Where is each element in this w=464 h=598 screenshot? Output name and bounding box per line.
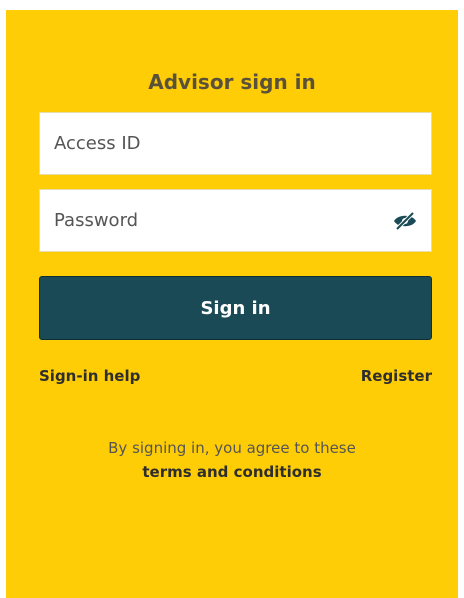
password-input[interactable]	[40, 190, 431, 251]
terms-agreement: By signing in, you agree to these terms …	[6, 436, 458, 484]
terms-link[interactable]: terms and conditions	[6, 460, 458, 484]
sign-in-button[interactable]: Sign in	[39, 276, 432, 340]
sign-in-panel: Advisor sign in Sign in Sign-in help Reg…	[6, 10, 458, 598]
access-id-field[interactable]	[39, 112, 432, 175]
page-title: Advisor sign in	[148, 70, 316, 94]
password-field[interactable]	[39, 189, 432, 252]
agreement-text: By signing in, you agree to these	[108, 439, 356, 457]
access-id-input[interactable]	[40, 113, 431, 174]
sign-in-help-link[interactable]: Sign-in help	[39, 367, 140, 385]
register-link[interactable]: Register	[361, 367, 432, 385]
eye-slash-icon[interactable]	[393, 211, 417, 231]
